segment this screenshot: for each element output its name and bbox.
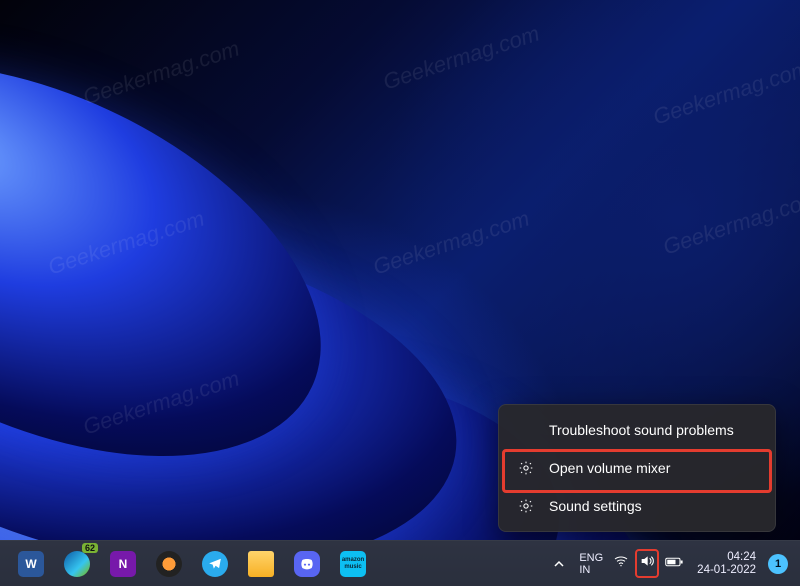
taskbar-app-word[interactable] [12,545,50,583]
taskbar-app-discord[interactable] [288,545,326,583]
notification-badge[interactable]: 1 [768,554,788,574]
gear-icon [517,498,535,514]
menu-item-troubleshoot[interactable]: Troubleshoot sound problems [505,411,769,449]
battery-icon [665,555,683,573]
menu-item-sound-settings[interactable]: Sound settings [505,487,769,525]
wifi-icon [613,553,629,574]
language-indicator[interactable]: ENG IN [575,548,607,580]
menu-item-label: Troubleshoot sound problems [549,422,734,438]
taskbar-app-resolve[interactable] [150,545,188,583]
taskbar-app-amazon-music[interactable]: amazonmusic [334,545,372,583]
edge-icon [64,551,90,577]
taskbar-app-telegram[interactable] [196,545,234,583]
taskbar-app-edge[interactable]: 62 [58,545,96,583]
watermark: Geekermag.com [650,56,800,131]
clock-button[interactable]: 04:24 24-01-2022 [689,549,764,579]
language-line2: IN [579,564,603,576]
watermark: Geekermag.com [380,21,543,96]
clock-date: 24-01-2022 [697,564,756,577]
folder-icon [248,551,274,577]
menu-item-label: Sound settings [549,498,642,514]
clock-time: 04:24 [697,551,756,564]
sound-context-menu: Troubleshoot sound problems Open volume … [498,404,776,532]
onenote-icon [110,551,136,577]
quick-settings-button[interactable] [611,547,685,580]
chevron-up-icon [553,558,565,570]
watermark: Geekermag.com [80,36,243,111]
notification-count: 1 [775,558,781,570]
watermark: Geekermag.com [660,186,800,261]
watermark: Geekermag.com [370,206,533,281]
taskbar: 62 amazonmusic ENG IN [0,540,800,586]
discord-icon [294,551,320,577]
gear-icon [517,460,535,476]
word-icon [18,551,44,577]
resolve-icon [156,551,182,577]
taskbar-app-onenote[interactable] [104,545,142,583]
taskbar-app-file-explorer[interactable] [242,545,280,583]
amazon-music-icon: amazonmusic [340,551,366,577]
menu-item-label: Open volume mixer [549,460,670,476]
language-line1: ENG [579,552,603,564]
telegram-icon [202,551,228,577]
system-tray: ENG IN 04:24 24-01-2022 1 [547,547,800,580]
app-badge: 62 [82,543,98,553]
taskbar-pinned-apps: 62 amazonmusic [0,545,372,583]
tray-overflow-button[interactable] [547,554,571,574]
speaker-icon [637,551,657,576]
menu-item-open-volume-mixer[interactable]: Open volume mixer [505,449,769,487]
